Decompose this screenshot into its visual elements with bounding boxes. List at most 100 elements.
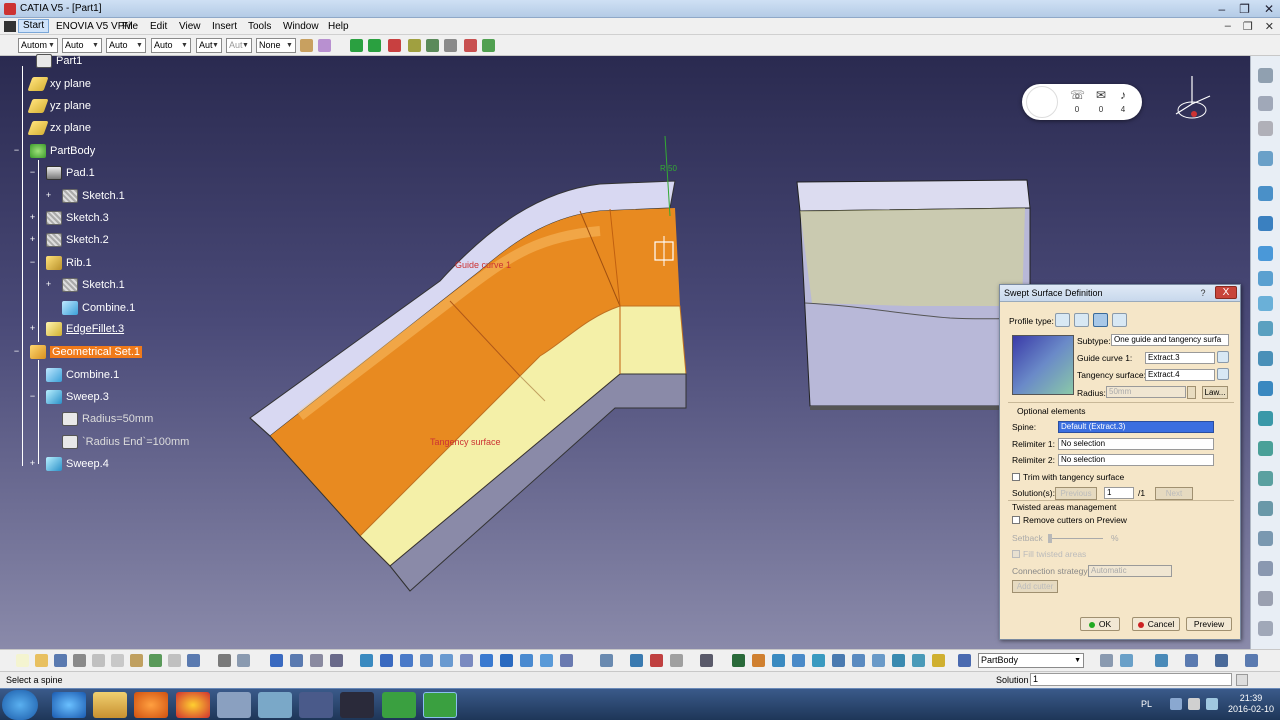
notepad-icon[interactable] [217,692,251,718]
cut-icon[interactable] [92,654,105,667]
snap-icon[interactable] [368,39,381,52]
menu-start[interactable]: Start [18,19,50,33]
radius-spinner[interactable] [1187,386,1196,399]
sketch-tool-icon[interactable] [1258,121,1273,136]
expand-icon[interactable]: + [28,235,37,244]
speaker-icon[interactable] [1188,698,1200,710]
tree-node-sketch-3[interactable]: + Sketch.3 [30,209,109,227]
trim-tool-icon[interactable] [1258,471,1273,486]
tools-options-icon[interactable] [1155,654,1168,667]
setback-slider-thumb[interactable] [1048,534,1052,543]
profile-line-icon[interactable] [1055,313,1070,327]
fix-icon[interactable] [932,654,945,667]
hide-show-icon[interactable] [600,654,613,667]
law-tool-icon[interactable] [1258,621,1273,636]
doc-close-icon[interactable]: ✕ [1265,20,1274,33]
top-view-icon[interactable] [480,654,493,667]
menu-tools[interactable]: Tools [248,21,271,32]
relimiter2-field[interactable]: No selection [1058,454,1214,466]
close-icon[interactable]: ✕ [1264,2,1274,16]
remove-icon[interactable] [464,39,477,52]
app-icon[interactable] [340,692,374,718]
print-icon[interactable] [73,654,86,667]
left-view-icon[interactable] [440,654,453,667]
wireframe-icon[interactable] [560,654,573,667]
whats-this-icon[interactable] [187,654,200,667]
add-cutter-button[interactable]: Add cutter [1012,580,1058,593]
edges-icon[interactable] [540,654,553,667]
tree-node-xy-plane[interactable]: xy plane [27,75,91,93]
doc-minimize-icon[interactable]: – [1225,20,1231,33]
minimize-icon[interactable]: – [1218,2,1225,16]
scaling-icon[interactable] [444,39,457,52]
measure-icon[interactable] [650,654,663,667]
axis-system-icon[interactable] [482,39,495,52]
tree-node-sweep-4[interactable]: + Sweep.4 [30,455,109,473]
tree-node-pad[interactable]: − Pad.1 [30,164,95,182]
tree-node-edgefillet[interactable]: + EdgeFillet.3 [30,320,124,338]
join-tool-icon[interactable] [1258,411,1273,426]
guide-curve-field[interactable]: Extract.3 [1145,352,1215,364]
collapse-icon[interactable]: − [28,168,37,177]
cancel-button[interactable]: Cancel [1132,617,1180,631]
tangency-surface-edit-icon[interactable] [1217,368,1229,380]
chrome-icon[interactable] [176,692,210,718]
visualization-icon[interactable] [1120,654,1133,667]
guide-curve-edit-icon[interactable] [1217,351,1229,363]
sketcher-icon[interactable] [832,654,845,667]
tree-node-radius-param[interactable]: Radius=50mm [62,410,153,428]
doc-restore-icon[interactable]: ❐ [1243,20,1253,33]
menu-view[interactable]: View [179,21,201,32]
windows-start-icon[interactable] [2,690,38,720]
previous-solution-button[interactable]: Previous [1055,487,1097,500]
sphere-tool-icon[interactable] [1258,296,1273,311]
tree-node-sketch-2[interactable]: + Sketch.2 [30,231,109,249]
save-icon[interactable] [54,654,67,667]
collapse-icon[interactable]: − [28,258,37,267]
tree-node-part[interactable]: Part1 [36,52,82,70]
expand-icon[interactable]: + [44,280,53,289]
work-object-icon[interactable] [958,654,971,667]
radius-field[interactable]: 50mm [1106,386,1186,398]
tree-node-sweep-3[interactable]: − Sweep.3 [30,388,109,406]
expand-icon[interactable]: + [28,213,37,222]
transparency-combo[interactable]: Auto ▼ [62,38,102,53]
grid-icon[interactable] [812,654,825,667]
split-tool-icon[interactable] [1258,441,1273,456]
internet-explorer-icon[interactable] [52,692,86,718]
system-menu-icon[interactable] [4,21,16,32]
line-type-combo[interactable]: Auto ▼ [151,38,191,53]
remove-cutters-checkbox[interactable] [1012,516,1020,524]
spine-field[interactable]: Default (Extract.3) [1058,421,1214,433]
tree-node-combine-geoset[interactable]: Combine.1 [46,366,119,384]
move-icon[interactable] [350,39,363,52]
line-tool-icon[interactable] [1258,186,1273,201]
bell-icon[interactable]: ♪ [1116,88,1130,102]
plane-icon[interactable] [852,654,865,667]
tree-node-rib[interactable]: − Rib.1 [30,254,92,272]
select-icon[interactable] [1258,96,1273,111]
tree-node-zx-plane[interactable]: zx plane [27,119,91,137]
maximize-icon[interactable]: ❐ [1239,2,1250,16]
layer-combo[interactable]: None ▼ [256,38,296,53]
axis-icon[interactable] [792,654,805,667]
expand-icon[interactable]: + [44,191,53,200]
solution-index-field[interactable]: 1 [1104,487,1134,499]
fillet-tool-icon[interactable] [1258,531,1273,546]
properties-icon[interactable] [318,39,331,52]
formula-icon[interactable] [218,654,231,667]
render-icon[interactable] [700,654,713,667]
system-clock[interactable]: 21:39 2016-02-10 [1228,693,1274,715]
point-icon[interactable] [872,654,885,667]
ok-button[interactable]: OK [1080,617,1120,631]
notification-widget[interactable]: ☏ 0 ✉ 0 ♪ 4 [1022,84,1142,120]
update-icon[interactable] [732,654,745,667]
tree-node-yz-plane[interactable]: yz plane [27,97,91,115]
rotate-view-icon[interactable] [310,654,323,667]
painter-icon[interactable] [300,39,313,52]
curve-icon[interactable] [892,654,905,667]
status-toggle-icon[interactable] [1236,674,1248,686]
rendering-style-combo[interactable]: Aut ▼ [226,38,252,53]
menu-insert[interactable]: Insert [212,21,237,32]
point-symbol-combo[interactable]: Aut ▼ [196,38,222,53]
